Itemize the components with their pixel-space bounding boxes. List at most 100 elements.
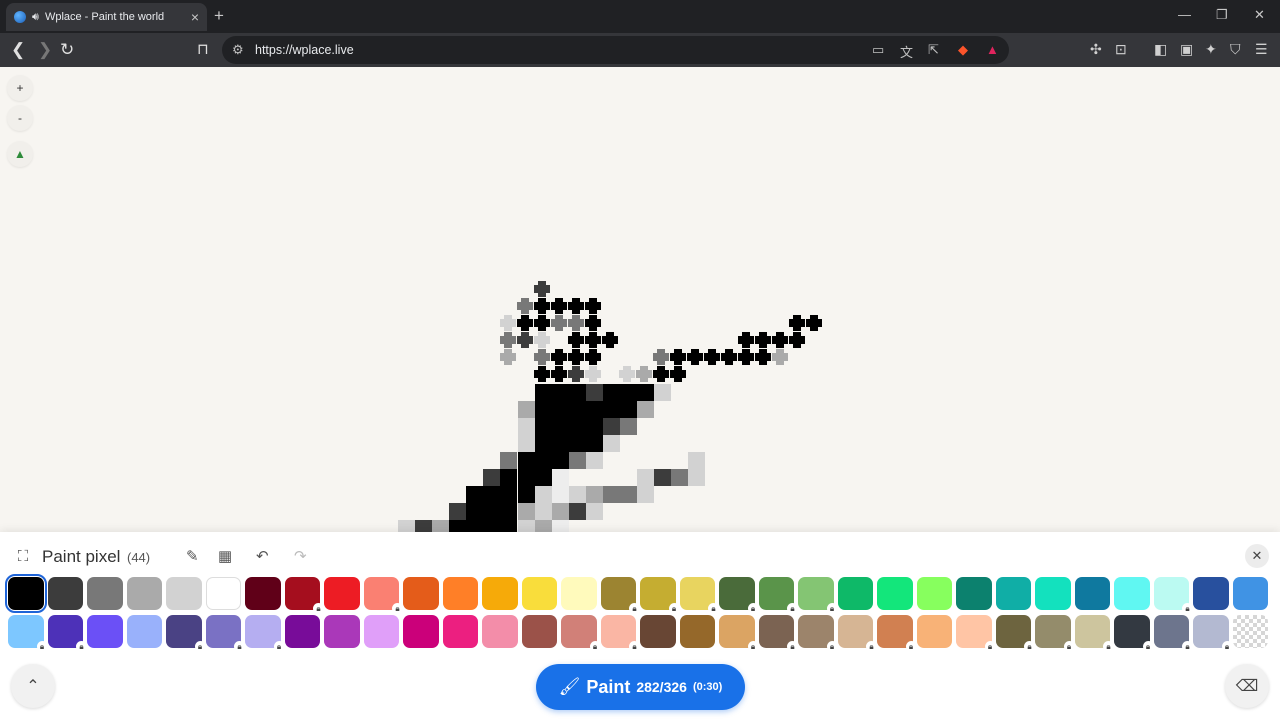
color-swatch[interactable] [916, 577, 952, 610]
color-swatch[interactable]: 🔒︎ [798, 577, 838, 614]
zoom-in-button[interactable]: + [7, 75, 33, 101]
extensions-icon[interactable]: ✣ [1090, 41, 1102, 58]
color-swatch[interactable]: 🔒︎ [1074, 615, 1114, 652]
color-swatch[interactable]: 🔒︎ [47, 615, 87, 652]
forward-icon[interactable]: ❯ [38, 40, 52, 60]
color-swatch[interactable]: 🔒︎ [363, 577, 403, 614]
color-swatch[interactable]: 🔒︎ [719, 615, 759, 652]
brave-shields-icon[interactable]: ◆ [958, 42, 968, 58]
sidebar-icon[interactable]: ◧ [1154, 41, 1167, 58]
color-swatch[interactable]: 🔒︎ [600, 577, 640, 614]
back-icon[interactable]: ❮ [11, 40, 25, 60]
translate-icon[interactable]: 文 [900, 42, 913, 61]
color-swatch[interactable]: 🔒︎ [798, 615, 838, 652]
color-swatch[interactable] [679, 615, 715, 648]
color-swatch[interactable]: 🔒︎ [561, 615, 601, 652]
address-bar[interactable]: ⚙ https://wplace.live ▭ 文 ⇱ ◆ ▲ [222, 36, 1009, 64]
redo-icon[interactable]: ↷ [294, 547, 307, 565]
color-swatch[interactable] [442, 577, 478, 610]
pixel-art-canvas[interactable] [0, 67, 1280, 537]
color-swatch[interactable] [87, 577, 123, 610]
color-swatch[interactable]: 🔒︎ [877, 615, 917, 652]
color-swatch[interactable] [1035, 577, 1071, 610]
color-swatch[interactable]: 🔒︎ [995, 615, 1035, 652]
tree-icon[interactable]: ▲ [7, 141, 33, 167]
color-swatch[interactable]: 🔒︎ [600, 615, 640, 652]
color-swatch[interactable]: 🔒︎ [1114, 615, 1154, 652]
color-swatch[interactable] [324, 615, 360, 648]
color-swatch[interactable] [403, 615, 439, 648]
color-swatch[interactable] [521, 577, 557, 610]
color-swatch[interactable] [284, 615, 320, 648]
bookmark-icon[interactable]: ⊓ [197, 40, 209, 60]
vpn-icon[interactable]: ⛉ [1230, 41, 1241, 58]
color-swatch[interactable] [995, 577, 1031, 610]
new-tab-icon[interactable]: + [214, 6, 224, 26]
close-panel-button[interactable]: ✕ [1245, 544, 1269, 568]
color-swatch[interactable] [403, 577, 439, 610]
close-tab-icon[interactable]: × [191, 9, 199, 25]
eraser-icon[interactable]: ⌫ [1225, 664, 1269, 708]
leo-ai-icon[interactable]: ✦ [1205, 41, 1217, 58]
color-swatch[interactable] [442, 615, 478, 648]
eyedropper-icon[interactable]: ✎ [186, 547, 199, 565]
color-swatch[interactable] [956, 577, 992, 610]
paint-button[interactable]: 🖌︎ Paint 282/326 (0:30) [536, 664, 745, 710]
color-swatch[interactable]: 🔒︎ [956, 615, 996, 652]
color-swatch[interactable]: 🔒︎ [1153, 615, 1193, 652]
share-icon[interactable]: ⇱ [928, 42, 939, 58]
color-swatch[interactable] [521, 615, 557, 648]
speaker-icon[interactable]: 🔊︎ [32, 11, 39, 24]
color-swatch[interactable]: 🔒︎ [284, 577, 324, 614]
brave-rewards-icon[interactable]: ▲ [986, 42, 999, 57]
color-swatch[interactable] [87, 615, 123, 648]
undo-icon[interactable]: ↶ [256, 547, 269, 565]
collapse-icon[interactable]: ⌃ [11, 664, 55, 708]
color-swatch[interactable] [877, 577, 913, 610]
reload-icon[interactable]: ↻ [60, 40, 74, 60]
wallet-icon[interactable]: ▣ [1180, 41, 1193, 58]
color-swatch[interactable]: 🔒︎ [719, 577, 759, 614]
color-swatch[interactable] [640, 615, 676, 648]
url-text[interactable]: https://wplace.live [255, 43, 354, 57]
color-swatch[interactable] [166, 577, 202, 610]
color-swatch[interactable] [1074, 577, 1110, 610]
color-swatch[interactable]: 🔒︎ [245, 615, 285, 652]
browser-tab[interactable]: 🔊︎ Wplace - Paint the world × [6, 3, 207, 31]
map-canvas[interactable]: + - ▲ ⛶ Paint pixel (44) ✎ ▦ ↶ ↷ ✕ 🔒︎ 🔒︎ 🔒… [0, 67, 1280, 720]
color-swatch[interactable] [1232, 615, 1268, 648]
color-swatch[interactable] [324, 577, 360, 610]
color-swatch[interactable] [482, 615, 518, 648]
color-swatch[interactable] [5, 574, 47, 613]
color-swatch[interactable]: 🔒︎ [8, 615, 48, 652]
color-swatch[interactable]: 🔒︎ [758, 577, 798, 614]
color-swatch[interactable] [205, 577, 241, 610]
zoom-out-button[interactable]: - [7, 105, 33, 131]
color-swatch[interactable] [1114, 577, 1150, 610]
minimize-icon[interactable]: — [1178, 7, 1191, 22]
cast-icon[interactable]: ▭ [872, 42, 884, 58]
color-swatch[interactable] [837, 577, 873, 610]
site-settings-icon[interactable]: ⚙ [232, 42, 244, 58]
color-swatch[interactable]: 🔒︎ [679, 577, 719, 614]
color-swatch[interactable] [363, 615, 399, 648]
color-swatch[interactable]: 🔒︎ [758, 615, 798, 652]
color-swatch[interactable] [1193, 577, 1229, 610]
color-swatch[interactable]: 🔒︎ [205, 615, 245, 652]
color-swatch[interactable]: 🔒︎ [1153, 577, 1193, 614]
color-swatch[interactable] [47, 577, 83, 610]
color-swatch[interactable] [916, 615, 952, 648]
color-swatch[interactable] [245, 577, 281, 610]
restore-icon[interactable]: ❐ [1216, 7, 1228, 23]
color-swatch[interactable] [1232, 577, 1268, 610]
image-icon[interactable]: ▦ [218, 547, 232, 565]
color-swatch[interactable]: 🔒︎ [837, 615, 877, 652]
color-swatch[interactable] [126, 615, 162, 648]
color-swatch[interactable]: 🔒︎ [1193, 615, 1233, 652]
window-close-icon[interactable]: ✕ [1254, 7, 1265, 23]
reader-icon[interactable]: ⊡ [1115, 41, 1127, 58]
color-swatch[interactable] [561, 577, 597, 610]
color-swatch[interactable]: 🔒︎ [1035, 615, 1075, 652]
color-swatch[interactable]: 🔒︎ [640, 577, 680, 614]
menu-icon[interactable]: ☰ [1255, 41, 1268, 58]
